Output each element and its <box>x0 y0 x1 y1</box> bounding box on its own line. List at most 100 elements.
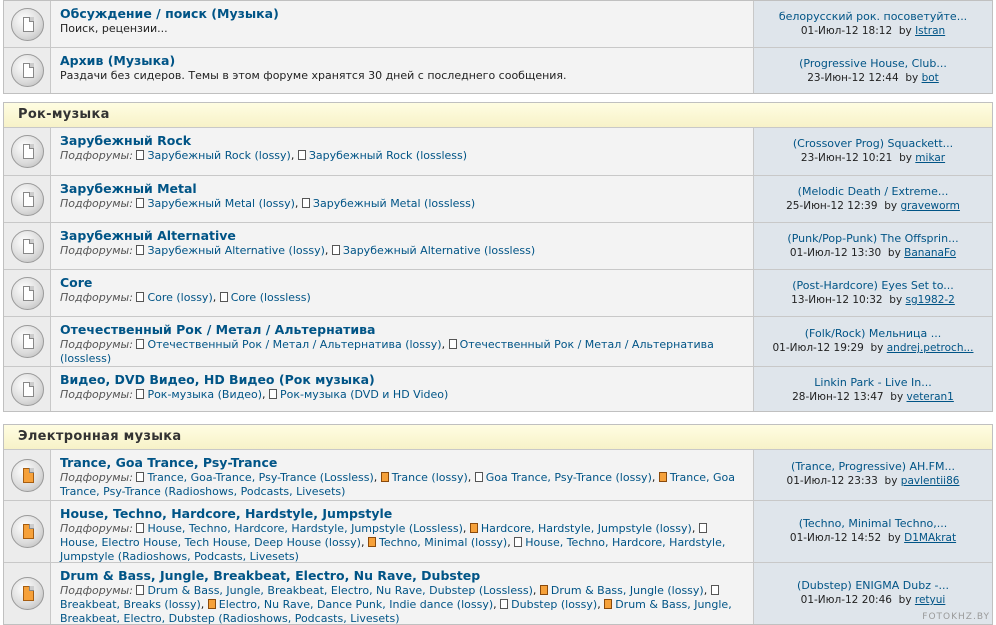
last-post-by: by <box>898 594 912 606</box>
subforum-link[interactable]: Trance, Goa-Trance, Psy-Trance (Lossless… <box>147 471 373 484</box>
subforum-link[interactable]: Drum & Bass, Jungle (lossy) <box>551 584 704 597</box>
forum-title-link[interactable]: Зарубежный Metal <box>60 181 746 197</box>
forum-read-icon <box>10 276 44 310</box>
subforum-link[interactable]: Trance (lossy) <box>392 471 468 484</box>
forum-title-link[interactable]: Отечественный Рок / Метал / Альтернатива <box>60 322 746 338</box>
category-title[interactable]: Электронная музыка <box>4 425 992 450</box>
subforum-icon <box>136 472 145 482</box>
last-post-user-link[interactable]: Istran <box>915 25 945 37</box>
subforum-link[interactable]: Breakbeat, Breaks (lossy) <box>60 598 201 611</box>
forum-title-link[interactable]: Core <box>60 275 746 291</box>
forum-info: Зарубежный Rock Подфорумы: Зарубежный Roc… <box>51 128 754 175</box>
rock-forum-list: Зарубежный Rock Подфорумы: Зарубежный Roc… <box>4 128 992 411</box>
subforums-list: Подфорумы: Рок-музыка (Видео), Рок-музык… <box>60 388 449 401</box>
subforum-link[interactable]: Зарубежный Alternative (lossy) <box>147 244 324 257</box>
last-post-topic-link[interactable]: (Melodic Death / Extreme... <box>758 184 988 199</box>
subforum-link[interactable]: Core (lossy) <box>147 291 212 304</box>
forum-info: Core Подфорумы: Core (lossy), Core (lossl… <box>51 270 754 316</box>
forum-info: Отечественный Рок / Метал / Альтернатива… <box>51 317 754 366</box>
forum-row: Core Подфорумы: Core (lossy), Core (lossl… <box>4 269 992 316</box>
subforum-link[interactable]: House, Techno, Hardcore, Hardstyle, Jump… <box>147 522 462 535</box>
last-post-by: by <box>870 342 884 354</box>
last-post-by: by <box>899 152 912 164</box>
subforum-icon <box>539 585 548 595</box>
subforum-link[interactable]: Core (lossless) <box>231 291 311 304</box>
forum-read-icon <box>10 229 44 263</box>
category-title[interactable]: Рок-музыка <box>4 103 992 128</box>
forum-title-link[interactable]: House, Techno, Hardcore, Hardstyle, Jump… <box>60 506 746 522</box>
last-post-topic-link[interactable]: (Dubstep) ENIGMA Dubz -... <box>758 578 988 593</box>
subforum-link[interactable]: Отечественный Рок / Метал / Альтернатива… <box>147 338 441 351</box>
forum-status-cell <box>4 48 51 93</box>
forum-status-cell <box>4 270 51 316</box>
last-post-topic-link[interactable]: (Progressive House, Club... <box>758 56 988 71</box>
subforums-list: Подфорумы: House, Techno, Hardcore, Hard… <box>60 522 726 563</box>
subforum-icon <box>474 472 483 482</box>
last-post-topic-link[interactable]: Linkin Park - Live In... <box>758 375 988 390</box>
subforum-icon <box>219 292 228 302</box>
last-post-by: by <box>884 475 898 487</box>
last-post-user-link[interactable]: graveworm <box>900 200 959 212</box>
last-post-topic-link[interactable]: (Techno, Minimal Techno,... <box>758 516 988 531</box>
forum-title-link[interactable]: Зарубежный Alternative <box>60 228 746 244</box>
last-post-user-link[interactable]: pavlentii86 <box>901 475 960 487</box>
subforum-link[interactable]: Hardcore, Hardstyle, Jumpstyle (lossy) <box>481 522 692 535</box>
last-post-user-link[interactable]: D1MAkrat <box>904 532 956 544</box>
forum-new-posts-icon <box>10 515 44 548</box>
subforum-icon <box>658 472 667 482</box>
forum-title-link[interactable]: Trance, Goa Trance, Psy-Trance <box>60 455 746 471</box>
subforum-link[interactable]: Techno, Minimal (lossy) <box>379 536 507 549</box>
forum-status-cell <box>4 317 51 366</box>
subforum-link[interactable]: Рок-музыка (Видео) <box>147 388 262 401</box>
last-post-user-link[interactable]: andrej.petroch... <box>887 342 974 354</box>
last-post-user-link[interactable]: mikar <box>915 152 945 164</box>
subforum-link[interactable]: Зарубежный Rock (lossy) <box>147 149 290 162</box>
last-post-date: 13-Июн-12 10:32 <box>791 294 883 306</box>
subforum-link[interactable]: Рок-музыка (DVD и HD Video) <box>280 388 448 401</box>
last-post-date: 01-Июл-12 13:30 <box>789 247 882 259</box>
last-post-user-link[interactable]: sg1982-2 <box>906 294 955 306</box>
forum-status-cell <box>4 128 51 175</box>
forum-new-posts-icon <box>10 577 44 610</box>
forum-status-cell <box>4 176 51 222</box>
last-post-topic-link[interactable]: (Crossover Prog) Squackett... <box>758 136 988 151</box>
forum-title-link[interactable]: Drum & Bass, Jungle, Breakbeat, Electro,… <box>60 568 746 584</box>
last-post-date: 01-Июл-12 14:52 <box>789 532 882 544</box>
last-post-topic-link[interactable]: белорусский рок. посоветуйте... <box>758 9 988 24</box>
subforum-icon <box>710 585 719 595</box>
last-post-topic-link[interactable]: (Trance, Progressive) AH.FM... <box>758 459 988 474</box>
last-post-topic-link[interactable]: (Folk/Rock) Мельница ... <box>758 326 988 341</box>
forum-title-link[interactable]: Архив (Музыка) <box>60 53 746 69</box>
subforum-link[interactable]: Зарубежный Rock (lossless) <box>309 149 467 162</box>
forum-row: House, Techno, Hardcore, Hardstyle, Jump… <box>4 500 992 563</box>
last-post-user-link[interactable]: retyui <box>915 594 945 606</box>
electronic-forum-list: Trance, Goa Trance, Psy-Trance Подфорумы:… <box>4 450 992 625</box>
last-post-by: by <box>898 25 912 37</box>
subforum-link[interactable]: Electro, Nu Rave, Dance Punk, Indie danc… <box>219 598 493 611</box>
last-post-topic-link[interactable]: (Post-Hardcore) Eyes Set to... <box>758 278 988 293</box>
subforum-link[interactable]: Dubstep (lossy) <box>511 598 597 611</box>
subforums-label: Подфорумы: <box>60 471 133 484</box>
last-post-user-link[interactable]: BananaFo <box>904 247 956 259</box>
subforum-icon <box>331 245 340 255</box>
forum-read-icon <box>10 325 44 358</box>
last-post-user-link[interactable]: veteran1 <box>907 391 954 403</box>
forum-row: Зарубежный Rock Подфорумы: Зарубежный Roc… <box>4 128 992 175</box>
forum-row: Зарубежный Alternative Подфорумы: Зарубеж… <box>4 222 992 269</box>
category-electronic: Электронная музыка Trance, Goa Trance, P… <box>3 424 993 625</box>
subforum-link[interactable]: House, Electro House, Tech House, Deep H… <box>60 536 361 549</box>
subforum-link[interactable]: Зарубежный Metal (lossy) <box>147 197 294 210</box>
subforum-link[interactable]: Зарубежный Alternative (lossless) <box>343 244 535 257</box>
subforum-link[interactable]: Зарубежный Metal (lossless) <box>313 197 475 210</box>
subforum-link[interactable]: Drum & Bass, Jungle, Breakbeat, Electro,… <box>147 584 532 597</box>
last-post-user-link[interactable]: bot <box>922 72 939 84</box>
subforum-link[interactable]: Goa Trance, Psy-Trance (lossy) <box>486 471 652 484</box>
forum-title-link[interactable]: Зарубежный Rock <box>60 133 746 149</box>
forum-title-link[interactable]: Обсуждение / поиск (Музыка) <box>60 6 746 22</box>
last-post-date: 01-Июл-12 19:29 <box>772 342 864 354</box>
forum-info: Trance, Goa Trance, Psy-Trance Подфорумы:… <box>51 450 754 500</box>
forum-title-link[interactable]: Видео, DVD Видео, HD Видео (Рок музыка) <box>60 372 746 388</box>
subforum-icon <box>136 198 145 208</box>
subforums-label: Подфорумы: <box>60 522 133 535</box>
last-post-topic-link[interactable]: (Punk/Pop-Punk) The Offsprin... <box>758 231 988 246</box>
